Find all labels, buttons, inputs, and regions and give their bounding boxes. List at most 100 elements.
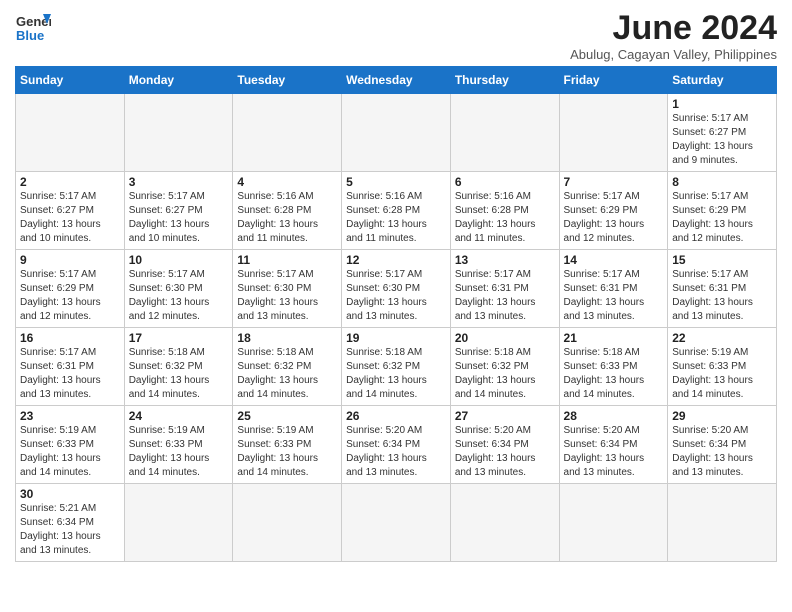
calendar-day-cell [342,484,451,562]
calendar-day-cell: 15Sunrise: 5:17 AM Sunset: 6:31 PM Dayli… [668,250,777,328]
day-number: 26 [346,409,446,423]
weekday-header-cell: Thursday [450,67,559,94]
location: Abulug, Cagayan Valley, Philippines [570,47,777,62]
calendar-day-cell: 1Sunrise: 5:17 AM Sunset: 6:27 PM Daylig… [668,94,777,172]
calendar-day-cell: 20Sunrise: 5:18 AM Sunset: 6:32 PM Dayli… [450,328,559,406]
day-number: 6 [455,175,555,189]
day-number: 16 [20,331,120,345]
svg-text:Blue: Blue [16,28,44,43]
calendar-day-cell [559,484,668,562]
calendar-day-cell: 11Sunrise: 5:17 AM Sunset: 6:30 PM Dayli… [233,250,342,328]
calendar-day-cell: 5Sunrise: 5:16 AM Sunset: 6:28 PM Daylig… [342,172,451,250]
calendar-day-cell: 2Sunrise: 5:17 AM Sunset: 6:27 PM Daylig… [16,172,125,250]
calendar-day-cell [233,484,342,562]
calendar-body: 1Sunrise: 5:17 AM Sunset: 6:27 PM Daylig… [16,94,777,562]
title-area: June 2024 Abulug, Cagayan Valley, Philip… [570,10,777,62]
day-info: Sunrise: 5:17 AM Sunset: 6:27 PM Dayligh… [672,112,772,168]
day-info: Sunrise: 5:19 AM Sunset: 6:33 PM Dayligh… [20,424,120,480]
calendar-day-cell: 19Sunrise: 5:18 AM Sunset: 6:32 PM Dayli… [342,328,451,406]
day-number: 27 [455,409,555,423]
day-info: Sunrise: 5:18 AM Sunset: 6:32 PM Dayligh… [346,346,446,402]
calendar-day-cell: 21Sunrise: 5:18 AM Sunset: 6:33 PM Dayli… [559,328,668,406]
day-number: 22 [672,331,772,345]
calendar-day-cell: 6Sunrise: 5:16 AM Sunset: 6:28 PM Daylig… [450,172,559,250]
calendar-week-row: 1Sunrise: 5:17 AM Sunset: 6:27 PM Daylig… [16,94,777,172]
calendar-day-cell: 12Sunrise: 5:17 AM Sunset: 6:30 PM Dayli… [342,250,451,328]
weekday-header-cell: Saturday [668,67,777,94]
calendar-day-cell [450,484,559,562]
month-year: June 2024 [570,10,777,47]
day-info: Sunrise: 5:18 AM Sunset: 6:33 PM Dayligh… [564,346,664,402]
weekday-header-cell: Friday [559,67,668,94]
day-info: Sunrise: 5:17 AM Sunset: 6:29 PM Dayligh… [564,190,664,246]
calendar-day-cell [124,484,233,562]
calendar-week-row: 2Sunrise: 5:17 AM Sunset: 6:27 PM Daylig… [16,172,777,250]
day-info: Sunrise: 5:17 AM Sunset: 6:27 PM Dayligh… [129,190,229,246]
calendar-day-cell [342,94,451,172]
weekday-header-cell: Wednesday [342,67,451,94]
day-info: Sunrise: 5:16 AM Sunset: 6:28 PM Dayligh… [455,190,555,246]
day-info: Sunrise: 5:17 AM Sunset: 6:27 PM Dayligh… [20,190,120,246]
day-info: Sunrise: 5:19 AM Sunset: 6:33 PM Dayligh… [672,346,772,402]
day-number: 10 [129,253,229,267]
day-info: Sunrise: 5:17 AM Sunset: 6:31 PM Dayligh… [564,268,664,324]
day-info: Sunrise: 5:20 AM Sunset: 6:34 PM Dayligh… [346,424,446,480]
calendar-day-cell: 29Sunrise: 5:20 AM Sunset: 6:34 PM Dayli… [668,406,777,484]
calendar-day-cell: 17Sunrise: 5:18 AM Sunset: 6:32 PM Dayli… [124,328,233,406]
day-number: 11 [237,253,337,267]
calendar-day-cell [450,94,559,172]
day-info: Sunrise: 5:20 AM Sunset: 6:34 PM Dayligh… [564,424,664,480]
day-info: Sunrise: 5:19 AM Sunset: 6:33 PM Dayligh… [237,424,337,480]
day-number: 13 [455,253,555,267]
day-info: Sunrise: 5:16 AM Sunset: 6:28 PM Dayligh… [346,190,446,246]
calendar-day-cell: 25Sunrise: 5:19 AM Sunset: 6:33 PM Dayli… [233,406,342,484]
header: General Blue June 2024 Abulug, Cagayan V… [15,10,777,62]
day-number: 15 [672,253,772,267]
day-info: Sunrise: 5:17 AM Sunset: 6:29 PM Dayligh… [20,268,120,324]
calendar-day-cell: 14Sunrise: 5:17 AM Sunset: 6:31 PM Dayli… [559,250,668,328]
day-number: 24 [129,409,229,423]
calendar-day-cell: 18Sunrise: 5:18 AM Sunset: 6:32 PM Dayli… [233,328,342,406]
calendar-week-row: 23Sunrise: 5:19 AM Sunset: 6:33 PM Dayli… [16,406,777,484]
day-info: Sunrise: 5:17 AM Sunset: 6:29 PM Dayligh… [672,190,772,246]
calendar-day-cell: 4Sunrise: 5:16 AM Sunset: 6:28 PM Daylig… [233,172,342,250]
day-number: 17 [129,331,229,345]
day-info: Sunrise: 5:17 AM Sunset: 6:30 PM Dayligh… [237,268,337,324]
day-info: Sunrise: 5:17 AM Sunset: 6:31 PM Dayligh… [455,268,555,324]
calendar-day-cell: 16Sunrise: 5:17 AM Sunset: 6:31 PM Dayli… [16,328,125,406]
calendar-day-cell: 22Sunrise: 5:19 AM Sunset: 6:33 PM Dayli… [668,328,777,406]
calendar-day-cell: 26Sunrise: 5:20 AM Sunset: 6:34 PM Dayli… [342,406,451,484]
day-info: Sunrise: 5:17 AM Sunset: 6:31 PM Dayligh… [672,268,772,324]
day-number: 7 [564,175,664,189]
calendar-day-cell: 10Sunrise: 5:17 AM Sunset: 6:30 PM Dayli… [124,250,233,328]
day-number: 14 [564,253,664,267]
day-number: 5 [346,175,446,189]
day-number: 19 [346,331,446,345]
calendar-day-cell: 28Sunrise: 5:20 AM Sunset: 6:34 PM Dayli… [559,406,668,484]
day-info: Sunrise: 5:18 AM Sunset: 6:32 PM Dayligh… [129,346,229,402]
weekday-header-row: SundayMondayTuesdayWednesdayThursdayFrid… [16,67,777,94]
calendar-week-row: 16Sunrise: 5:17 AM Sunset: 6:31 PM Dayli… [16,328,777,406]
day-info: Sunrise: 5:21 AM Sunset: 6:34 PM Dayligh… [20,502,120,558]
day-info: Sunrise: 5:17 AM Sunset: 6:30 PM Dayligh… [129,268,229,324]
day-info: Sunrise: 5:19 AM Sunset: 6:33 PM Dayligh… [129,424,229,480]
logo-icon: General Blue [15,10,51,46]
calendar-day-cell: 8Sunrise: 5:17 AM Sunset: 6:29 PM Daylig… [668,172,777,250]
day-number: 25 [237,409,337,423]
day-number: 1 [672,97,772,111]
day-number: 18 [237,331,337,345]
calendar-week-row: 9Sunrise: 5:17 AM Sunset: 6:29 PM Daylig… [16,250,777,328]
calendar-day-cell: 24Sunrise: 5:19 AM Sunset: 6:33 PM Dayli… [124,406,233,484]
calendar-day-cell: 30Sunrise: 5:21 AM Sunset: 6:34 PM Dayli… [16,484,125,562]
day-info: Sunrise: 5:20 AM Sunset: 6:34 PM Dayligh… [455,424,555,480]
day-info: Sunrise: 5:17 AM Sunset: 6:30 PM Dayligh… [346,268,446,324]
day-number: 12 [346,253,446,267]
calendar-day-cell [233,94,342,172]
weekday-header-cell: Monday [124,67,233,94]
logo: General Blue [15,10,53,46]
day-number: 23 [20,409,120,423]
calendar-day-cell [668,484,777,562]
calendar-day-cell: 3Sunrise: 5:17 AM Sunset: 6:27 PM Daylig… [124,172,233,250]
calendar: SundayMondayTuesdayWednesdayThursdayFrid… [15,66,777,562]
calendar-day-cell [16,94,125,172]
